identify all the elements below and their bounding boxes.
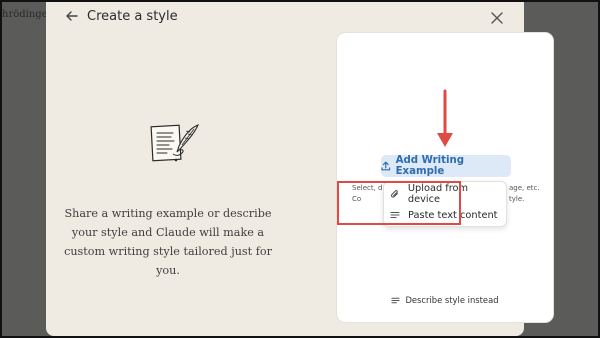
background-document-text: hrödinger: [2, 9, 53, 20]
upload-from-device-label: Upload from device: [407, 183, 469, 205]
upload-icon: [381, 161, 391, 171]
lines-icon: [390, 211, 400, 219]
add-example-dropdown: Upload from device Paste text content: [383, 181, 507, 227]
writing-illustration-icon: [150, 124, 200, 162]
annotation-arrow-icon: [437, 89, 453, 147]
paste-text-content-option[interactable]: Paste text content: [390, 205, 502, 225]
paste-text-content-label: Paste text content: [408, 209, 498, 221]
paperclip-icon: [390, 189, 398, 198]
describe-style-link[interactable]: Describe style instead: [337, 295, 553, 305]
create-style-modal: Create a style Share a writing example o…: [46, 0, 554, 336]
intro-panel: Share a writing example or describe your…: [46, 34, 290, 324]
add-writing-example-button[interactable]: Add Writing Example: [381, 155, 511, 177]
intro-description: Share a writing example or describe your…: [64, 207, 272, 277]
upload-from-device-option[interactable]: Upload from device: [390, 183, 502, 205]
close-icon[interactable]: [490, 10, 504, 24]
modal-header: Create a style: [46, 0, 524, 34]
lines-icon: [391, 297, 401, 303]
helper-text-right: age, etc.: [509, 184, 540, 192]
helper-text-right-2: tyle.: [509, 195, 525, 203]
add-writing-example-label: Add Writing Example: [395, 155, 465, 177]
helper-text-left-2: Co: [352, 195, 362, 203]
helper-text-left: Select, d: [352, 184, 383, 192]
describe-style-label: Describe style instead: [405, 295, 499, 305]
upload-card: Add Writing Example Select, d Co age, et…: [336, 32, 554, 323]
modal-title: Create a style: [87, 9, 178, 24]
back-arrow-icon[interactable]: [64, 8, 80, 24]
